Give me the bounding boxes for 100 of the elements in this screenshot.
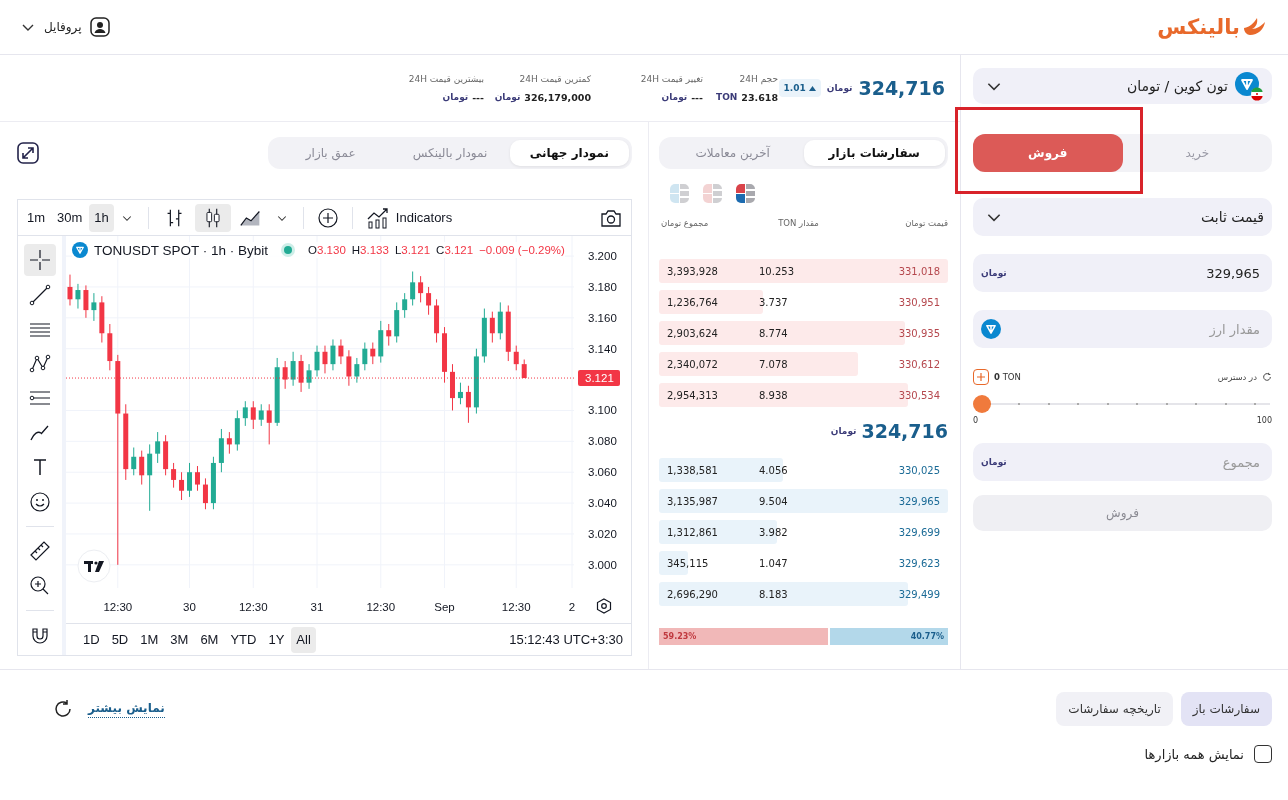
clock-label: 15:12:43 UTC+3:30: [509, 632, 623, 647]
axis-label: 3.160: [588, 311, 617, 324]
column-header: مقدار TON: [777, 218, 820, 228]
candle: [489, 311, 495, 344]
amount-field[interactable]: مقدار ارز: [973, 310, 1272, 348]
price-cell-text: 329,965: [897, 495, 941, 507]
logo-icon: [1242, 16, 1268, 38]
chart-tab[interactable]: نمودار جهانی: [509, 140, 629, 166]
pair-selector[interactable]: تون کوین / تومان: [973, 68, 1272, 104]
candle: [306, 363, 312, 390]
orders-tab[interactable]: سفارشات باز: [1180, 692, 1272, 726]
axis-label: 12:30: [501, 601, 531, 613]
range-button[interactable]: 1D: [78, 626, 105, 653]
candle: [314, 345, 320, 377]
candle: [497, 301, 503, 340]
stat-label: بیشترین قیمت 24H: [408, 73, 484, 84]
interval-button[interactable]: 1h: [89, 203, 114, 232]
axis-label: 3.100: [588, 404, 617, 417]
camera-icon: [600, 207, 622, 228]
candle: [481, 308, 487, 364]
range-button[interactable]: YTD: [225, 626, 262, 653]
candle: [362, 342, 368, 371]
axis-label: 3.060: [588, 466, 617, 479]
available-label: در دسترس: [1217, 372, 1257, 382]
amount-cell-text: 7.078: [759, 358, 789, 370]
orders-tab[interactable]: تاریخچه سفارشات: [1056, 692, 1173, 726]
deposit-button[interactable]: [973, 369, 989, 385]
candle: [426, 286, 432, 316]
interval-button[interactable]: 1m: [22, 203, 51, 232]
candle: [378, 320, 384, 364]
change-badge: 1.01: [778, 79, 821, 97]
candle: [370, 342, 376, 365]
order-type-dropdown[interactable]: قیمت ثابت: [973, 198, 1272, 236]
symbol-label: TONUSDT SPOT · 1h · Bybit: [94, 242, 269, 258]
profile-menu[interactable]: پروفایل: [20, 17, 110, 37]
ohlc-value: L3.121: [394, 244, 431, 256]
total-cell-text: 2,903,624: [666, 327, 719, 339]
candle: [473, 348, 479, 415]
range-button[interactable]: 5D: [106, 626, 134, 653]
coin-icon: [1234, 71, 1264, 101]
range-button[interactable]: 1Y: [263, 626, 290, 653]
coin-icon: [981, 319, 1001, 339]
axis-label: 30: [183, 601, 196, 613]
candle: [99, 295, 105, 344]
chart-style-button[interactable]: [194, 203, 231, 232]
indicators-button[interactable]: Indicators: [360, 203, 458, 232]
axis-label: 12:30: [238, 601, 268, 613]
stat-label: کمترین قیمت 24H: [519, 73, 591, 84]
range-button[interactable]: 6M: [195, 626, 224, 653]
axis-label: 12:30: [103, 601, 133, 613]
stat-value: 326,179,000: [524, 91, 591, 103]
ohlc-value: H3.133: [351, 244, 389, 256]
range-button[interactable]: 1M: [135, 626, 164, 653]
book-view-icon[interactable]: [735, 183, 756, 204]
candle: [83, 284, 89, 319]
amount-cell-text: 1.047: [759, 557, 789, 569]
slider[interactable]: [973, 395, 1272, 413]
range-button[interactable]: 3M: [165, 626, 194, 653]
axis-label: 12:30: [366, 601, 396, 613]
unit-label: تومان: [494, 92, 521, 102]
price-cell-text: 331,018: [897, 265, 941, 277]
range-button[interactable]: All: [291, 626, 316, 653]
amount-cell-text: 9.504: [759, 495, 789, 507]
candle: [250, 400, 256, 430]
slider-thumb[interactable]: [973, 395, 991, 413]
price-cell-text: 330,025: [897, 464, 941, 476]
candle: [258, 403, 264, 427]
axis-label: 3.200: [588, 250, 617, 263]
currency-label: تومان: [981, 268, 1007, 278]
candle: [163, 434, 169, 476]
axis-label: 3.121: [585, 372, 614, 385]
expand-icon[interactable]: [17, 142, 39, 164]
interval-button[interactable]: 30m: [52, 203, 88, 232]
price-cell-text: 330,612: [897, 358, 941, 370]
settings-icon[interactable]: [596, 598, 612, 614]
candle: [465, 385, 471, 424]
candle: [330, 338, 336, 371]
total-cell-text: 2,340,072: [666, 358, 719, 370]
total-cell-text: 1,312,861: [666, 526, 719, 538]
unit-label: تومان: [442, 92, 469, 102]
available-value: 0 TON: [994, 372, 1021, 382]
axis-label: 3.000: [588, 558, 617, 571]
price-cell-text: 329,623: [897, 557, 941, 569]
total-cell-text: 2,696,290: [666, 588, 719, 600]
candle: [147, 443, 153, 512]
show-more-link[interactable]: نمایش بیشتر: [88, 700, 165, 718]
candle: [457, 382, 463, 405]
axis-label: 3.140: [588, 342, 617, 355]
candle: [171, 462, 177, 489]
book-tab[interactable]: سفارشات بازار: [803, 140, 945, 166]
candle: [282, 360, 288, 390]
amount-cell-text: 3.982: [759, 526, 789, 538]
candle: [210, 456, 216, 510]
refresh-icon[interactable]: [52, 698, 74, 720]
total-cell-text: 1,236,764: [666, 296, 719, 308]
side-tab[interactable]: فروش: [973, 134, 1123, 172]
candle: [338, 338, 344, 365]
logo-text: بالینکس: [1157, 15, 1240, 39]
checkbox[interactable]: [1254, 745, 1272, 763]
candle: [91, 292, 97, 322]
